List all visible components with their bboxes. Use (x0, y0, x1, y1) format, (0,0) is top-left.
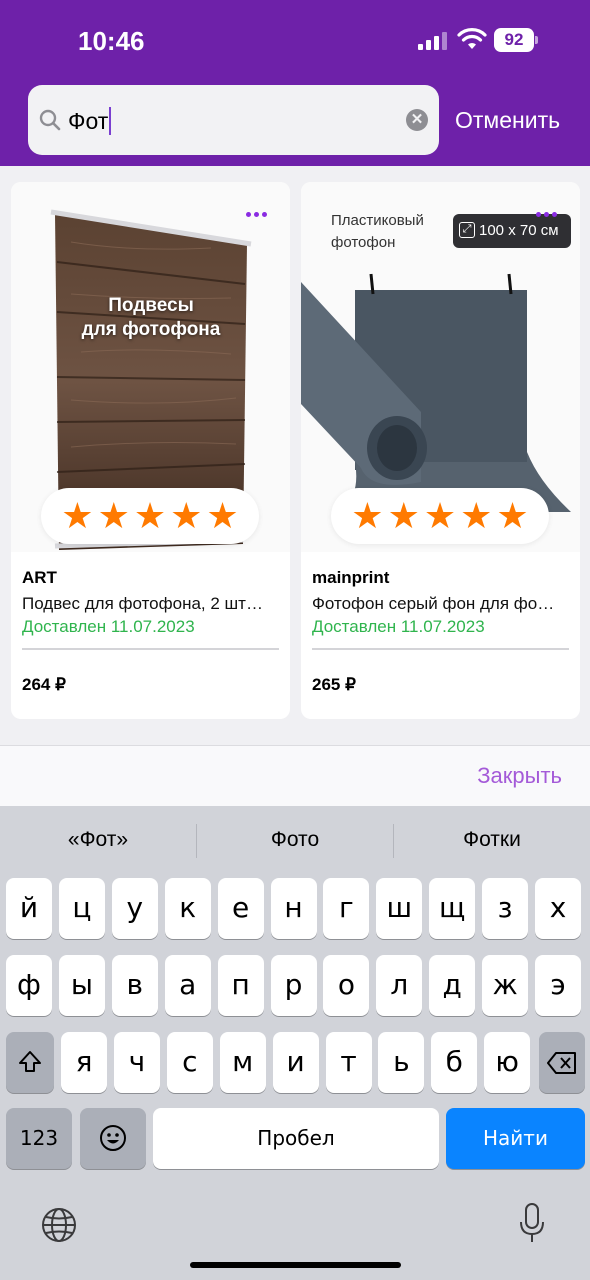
image-caption: Подвесы для фотофона (81, 295, 221, 340)
key-р[interactable]: р (270, 955, 317, 1016)
star-icon[interactable]: ★ (496, 498, 528, 534)
key-ф[interactable]: ф (6, 955, 52, 1016)
key-т[interactable]: т (325, 1032, 372, 1093)
search-icon (39, 109, 61, 131)
key-г[interactable]: г (323, 878, 370, 939)
keyboard-accessory-bar: Закрыть (0, 745, 590, 807)
numbers-key[interactable]: 123 (6, 1108, 72, 1169)
product-brand: mainprint (312, 568, 390, 587)
battery-icon: 92 (494, 28, 538, 52)
delivery-status: Доставлен 11.07.2023 (312, 617, 485, 636)
shift-icon (19, 1051, 41, 1072)
product-price: 264 ₽ (22, 675, 66, 694)
close-button[interactable]: Закрыть (477, 763, 562, 789)
key-ц[interactable]: ц (58, 878, 105, 939)
wifi-icon (457, 28, 487, 49)
divider (312, 648, 569, 650)
delivery-status: Доставлен 11.07.2023 (22, 617, 195, 636)
space-key[interactable]: Пробел (153, 1108, 439, 1169)
star-icon[interactable]: ★ (206, 498, 238, 534)
key-у[interactable]: у (111, 878, 158, 939)
key-ж[interactable]: ж (482, 955, 529, 1016)
resize-icon: ⤢ (459, 222, 475, 238)
shift-key[interactable] (6, 1032, 54, 1093)
key-с[interactable]: с (166, 1032, 213, 1093)
key-и[interactable]: и (272, 1032, 319, 1093)
key-ш[interactable]: ш (376, 878, 423, 939)
key-ч[interactable]: ч (113, 1032, 160, 1093)
rating-stars[interactable]: ★ ★ ★ ★ ★ (41, 488, 259, 544)
product-card[interactable]: Пластиковый фотофон ⤢ 100 x 70 см ★ ★ ★ … (301, 182, 580, 719)
status-bar: 10:46 92 (0, 0, 590, 80)
suggestion-bar: «Фот» Фото Фотки (0, 806, 590, 874)
key-м[interactable]: м (219, 1032, 266, 1093)
product-brand: ART (22, 568, 57, 587)
key-п[interactable]: п (217, 955, 264, 1016)
microphone-icon[interactable] (518, 1202, 546, 1244)
key-к[interactable]: к (164, 878, 211, 939)
battery-level: 92 (494, 28, 534, 52)
size-badge: ⤢ 100 x 70 см (453, 214, 571, 248)
product-card[interactable]: Подвесы для фотофона ★ ★ ★ ★ ★ ART Подве… (11, 182, 290, 719)
star-icon[interactable]: ★ (460, 498, 492, 534)
star-icon[interactable]: ★ (61, 498, 93, 534)
key-й[interactable]: й (6, 878, 52, 939)
product-title: Подвес для фотофона, 2 шт… (22, 594, 263, 613)
product-price: 265 ₽ (312, 675, 356, 694)
product-title: Фотофон серый фон для фо… (312, 594, 555, 613)
key-л[interactable]: л (376, 955, 423, 1016)
product-image[interactable]: Пластиковый фотофон ⤢ 100 x 70 см ★ ★ ★ … (301, 182, 580, 552)
star-icon[interactable]: ★ (388, 498, 420, 534)
suggestion-item[interactable]: «Фот» (0, 828, 196, 852)
product-image[interactable]: Подвесы для фотофона ★ ★ ★ ★ ★ (11, 182, 290, 552)
key-х[interactable]: х (535, 878, 581, 939)
key-я[interactable]: я (61, 1032, 107, 1093)
suggestion-item[interactable]: Фотки (394, 828, 590, 852)
app-header: 10:46 92 Фот ✕ Отменить (0, 0, 590, 166)
key-ь[interactable]: ь (378, 1032, 425, 1093)
key-б[interactable]: б (431, 1032, 478, 1093)
key-а[interactable]: а (164, 955, 211, 1016)
globe-icon[interactable] (40, 1206, 78, 1244)
divider (22, 648, 279, 650)
emoji-icon (100, 1125, 126, 1151)
backspace-key[interactable] (539, 1032, 585, 1093)
image-caption: Пластиковый фотофон (331, 212, 424, 251)
status-time: 10:46 (78, 26, 145, 56)
key-е[interactable]: е (217, 878, 264, 939)
clear-search-icon[interactable]: ✕ (406, 109, 428, 131)
text-cursor (109, 107, 112, 135)
star-icon[interactable]: ★ (424, 498, 456, 534)
search-go-key[interactable]: Найти (446, 1108, 585, 1169)
key-щ[interactable]: щ (429, 878, 476, 939)
key-д[interactable]: д (429, 955, 476, 1016)
key-з[interactable]: з (482, 878, 529, 939)
backspace-icon (547, 1052, 576, 1074)
cellular-signal-icon (418, 32, 447, 50)
key-ю[interactable]: ю (484, 1032, 531, 1093)
more-options-icon[interactable] (246, 204, 272, 217)
star-icon[interactable]: ★ (170, 498, 202, 534)
emoji-key[interactable] (80, 1108, 146, 1169)
star-icon[interactable]: ★ (98, 498, 130, 534)
key-о[interactable]: о (323, 955, 370, 1016)
size-badge-text: 100 x 70 см (479, 222, 559, 239)
star-icon[interactable]: ★ (351, 498, 383, 534)
more-options-icon[interactable] (536, 204, 562, 217)
search-input[interactable]: Фот ✕ (28, 85, 439, 155)
key-в[interactable]: в (111, 955, 158, 1016)
key-н[interactable]: н (270, 878, 317, 939)
cancel-button[interactable]: Отменить (455, 107, 560, 134)
keyboard: «Фот» Фото Фотки йцукенгшщзх фывапролджэ я… (0, 806, 590, 1280)
home-indicator (190, 1262, 401, 1268)
key-э[interactable]: э (535, 955, 581, 1016)
key-ы[interactable]: ы (58, 955, 105, 1016)
star-icon[interactable]: ★ (134, 498, 166, 534)
suggestion-item[interactable]: Фото (197, 828, 393, 852)
rating-stars[interactable]: ★ ★ ★ ★ ★ (331, 488, 549, 544)
search-query: Фот (68, 108, 109, 134)
